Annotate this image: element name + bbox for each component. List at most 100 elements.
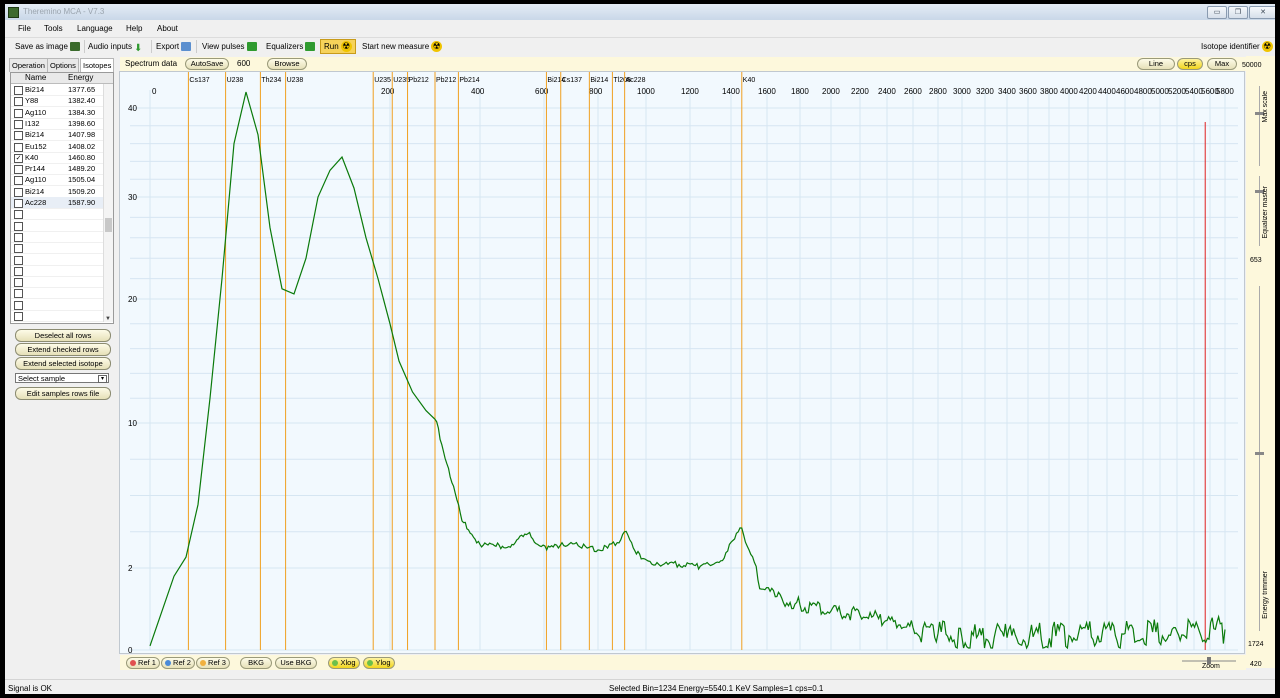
max-scale-slider-track[interactable] bbox=[1259, 86, 1260, 166]
table-row[interactable] bbox=[11, 231, 103, 243]
x-tick-label: 3600 bbox=[1019, 87, 1037, 96]
minimize-button[interactable]: ▭ bbox=[1207, 6, 1227, 19]
row-checkbox[interactable] bbox=[14, 232, 23, 242]
table-row[interactable] bbox=[11, 220, 103, 232]
use-bkg-button[interactable]: Use BKG bbox=[275, 657, 317, 669]
ref1-button[interactable]: Ref 1 bbox=[126, 657, 160, 669]
equalizers-button[interactable]: Equalizers bbox=[266, 40, 316, 53]
table-row[interactable] bbox=[11, 276, 103, 289]
row-checkbox[interactable] bbox=[14, 108, 23, 118]
row-checkbox[interactable] bbox=[14, 210, 23, 220]
row-checkbox[interactable] bbox=[14, 266, 23, 276]
ref2-indicator-icon bbox=[165, 660, 172, 667]
cps-button[interactable]: cps bbox=[1177, 58, 1203, 70]
energy-trimmer-slider-track[interactable] bbox=[1259, 286, 1260, 631]
tab-operation[interactable]: Operation bbox=[9, 58, 48, 72]
row-checkbox[interactable] bbox=[14, 244, 23, 254]
row-checkbox[interactable]: ✓ bbox=[14, 153, 23, 163]
toolbar-separator bbox=[84, 40, 85, 53]
row-checkbox[interactable] bbox=[14, 278, 23, 288]
save-image-button[interactable]: Save as image bbox=[15, 40, 80, 53]
xlog-button[interactable]: Xlog bbox=[328, 657, 360, 669]
row-checkbox[interactable] bbox=[14, 187, 23, 197]
isotope-marker-label: Ac228 bbox=[626, 77, 646, 84]
row-checkbox[interactable] bbox=[14, 165, 23, 175]
audio-inputs-button[interactable]: Audio inputs ⬇ bbox=[88, 40, 142, 54]
table-row[interactable]: Y88 1382.40 bbox=[11, 95, 103, 108]
scroll-down-icon[interactable]: ▼ bbox=[105, 316, 111, 322]
table-row[interactable]: Bi214 1509.20 bbox=[11, 186, 103, 198]
row-checkbox[interactable] bbox=[14, 131, 23, 141]
max-button[interactable]: Max bbox=[1207, 58, 1237, 70]
row-checkbox[interactable] bbox=[14, 255, 23, 265]
table-row[interactable] bbox=[11, 299, 103, 311]
row-checkbox[interactable] bbox=[14, 142, 23, 152]
table-row[interactable]: Eu152 1408.02 bbox=[11, 141, 103, 153]
table-row[interactable] bbox=[11, 287, 103, 300]
menu-language[interactable]: Language bbox=[77, 24, 113, 33]
isotope-identifier-button[interactable]: Isotope identifier ☢ bbox=[1201, 40, 1273, 53]
table-row[interactable]: Bi214 1407.98 bbox=[11, 129, 103, 142]
ylog-button[interactable]: Ylog bbox=[363, 657, 395, 669]
ref3-button[interactable]: Ref 3 bbox=[196, 657, 230, 669]
row-checkbox[interactable] bbox=[14, 289, 23, 299]
view-pulses-button[interactable]: View pulses bbox=[202, 40, 257, 53]
equalizer-icon bbox=[305, 42, 316, 52]
export-button[interactable]: Export bbox=[156, 40, 192, 53]
selection-info: Selected Bin=1234 Energy=5540.1 KeV Samp… bbox=[609, 684, 824, 693]
ref2-button[interactable]: Ref 2 bbox=[161, 657, 195, 669]
table-row[interactable] bbox=[11, 265, 103, 277]
tab-options[interactable]: Options bbox=[47, 58, 79, 72]
row-checkbox[interactable] bbox=[14, 312, 23, 321]
ref1-indicator-icon bbox=[130, 660, 137, 667]
line-button[interactable]: Line bbox=[1137, 58, 1175, 70]
deselect-all-button[interactable]: Deselect all rows bbox=[15, 329, 111, 342]
spectrum-series-line bbox=[149, 91, 1226, 650]
zoom-control[interactable]: Zoom bbox=[1180, 656, 1240, 670]
browse-button[interactable]: Browse bbox=[267, 58, 307, 70]
extend-selected-button[interactable]: Extend selected isotope bbox=[15, 357, 111, 370]
table-row[interactable]: I132 1398.60 bbox=[11, 118, 103, 130]
energy-trimmer-slider-knob[interactable] bbox=[1255, 452, 1264, 455]
table-row[interactable]: ✓ K40 1460.80 bbox=[11, 152, 103, 164]
row-checkbox[interactable] bbox=[14, 221, 23, 231]
autosave-button[interactable]: AutoSave bbox=[185, 58, 229, 70]
table-scrollbar[interactable]: ▼ bbox=[103, 84, 113, 322]
bkg-button[interactable]: BKG bbox=[240, 657, 272, 669]
select-sample-dropdown[interactable]: Select sample ▾ bbox=[15, 373, 109, 383]
table-row[interactable] bbox=[11, 310, 103, 322]
run-button[interactable]: Run ☢ bbox=[320, 39, 356, 54]
menu-help[interactable]: Help bbox=[126, 24, 142, 33]
tab-isotopes[interactable]: Isotopes bbox=[80, 58, 115, 72]
scrollbar-thumb[interactable] bbox=[105, 218, 112, 232]
close-button[interactable]: ✕ bbox=[1249, 6, 1275, 19]
chevron-down-icon[interactable]: ▾ bbox=[98, 375, 107, 383]
x-tick-label: 2200 bbox=[851, 87, 869, 96]
menu-tools[interactable]: Tools bbox=[44, 24, 63, 33]
extend-checked-button[interactable]: Extend checked rows bbox=[15, 343, 111, 356]
menu-about[interactable]: About bbox=[157, 24, 178, 33]
isotope-marker-label: Th234 bbox=[261, 77, 281, 84]
edit-samples-button[interactable]: Edit samples rows file bbox=[15, 387, 111, 400]
new-measure-button[interactable]: Start new measure ☢ bbox=[362, 40, 443, 53]
table-row[interactable]: Pr144 1489.20 bbox=[11, 163, 103, 176]
row-checkbox[interactable] bbox=[14, 300, 23, 310]
equalizer-master-slider-track[interactable] bbox=[1259, 176, 1260, 246]
row-checkbox[interactable] bbox=[14, 97, 23, 107]
y-tick-label: 2 bbox=[128, 564, 133, 573]
row-checkbox[interactable] bbox=[14, 176, 23, 186]
spectrum-plot[interactable]: 0 200 400 600 800 1000 1200 1400 1600 1800 2000 220… bbox=[119, 71, 1245, 654]
table-row[interactable] bbox=[11, 242, 103, 255]
restore-button[interactable]: ❐ bbox=[1228, 6, 1248, 19]
table-row[interactable]: Ac228 1587.90 bbox=[11, 197, 103, 209]
row-checkbox[interactable] bbox=[14, 86, 23, 95]
table-row[interactable] bbox=[11, 254, 103, 266]
table-row[interactable]: Ag110 1384.30 bbox=[11, 107, 103, 119]
row-checkbox[interactable] bbox=[14, 199, 23, 208]
row-checkbox[interactable] bbox=[14, 119, 23, 129]
table-row[interactable]: Ag110 1505.04 bbox=[11, 174, 103, 187]
table-row[interactable]: Bi214 1377.65 bbox=[11, 84, 103, 96]
table-row[interactable] bbox=[11, 208, 103, 221]
toolbar-separator bbox=[196, 40, 197, 53]
menu-file[interactable]: File bbox=[18, 24, 31, 33]
